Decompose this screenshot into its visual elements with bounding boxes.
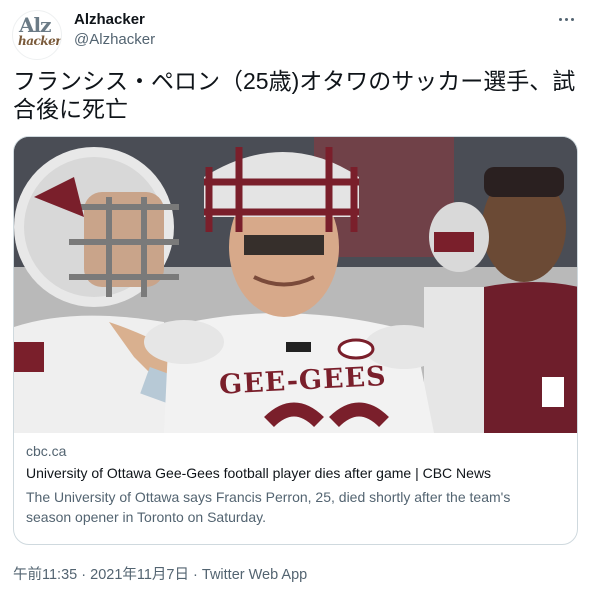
tweet-footer: 午前11:35 · 2021年11月7日 · Twitter Web App bbox=[13, 563, 307, 584]
display-name[interactable]: Alzhacker bbox=[74, 11, 155, 28]
tweet-time[interactable]: 午前11:35 bbox=[13, 567, 77, 583]
link-card-domain: cbc.ca bbox=[26, 443, 67, 459]
user-handle[interactable]: @Alzhacker bbox=[74, 31, 155, 48]
tweet-text: フランシス・ペロン（25歳)オタワのサッカー選手、試合後に死亡 bbox=[13, 68, 576, 122]
tweet-source[interactable]: Twitter Web App bbox=[202, 567, 307, 583]
footer-separator-2: · bbox=[193, 567, 198, 583]
link-card-image[interactable]: GEE-GEES bbox=[14, 137, 577, 433]
avatar-logo-bottom: hacker bbox=[18, 34, 62, 48]
link-card-description: The University of Ottawa says Francis Pe… bbox=[26, 489, 511, 525]
tweet-date[interactable]: 2021年11月7日 bbox=[90, 567, 189, 583]
more-horizontal-icon[interactable] bbox=[551, 8, 581, 30]
link-card-meta[interactable]: cbc.ca University of Ottawa Gee-Gees foo… bbox=[26, 443, 565, 527]
link-card-title[interactable]: University of Ottawa Gee-Gees football p… bbox=[26, 465, 565, 481]
tweet-header: Alz hacker Alzhacker @Alzhacker bbox=[12, 8, 581, 60]
avatar[interactable]: Alz hacker bbox=[12, 10, 62, 60]
footer-separator-1: · bbox=[81, 567, 87, 583]
user-info: Alzhacker @Alzhacker bbox=[74, 11, 155, 48]
link-card[interactable]: GEE-GEES cbc.ca University of Ottawa Gee… bbox=[13, 136, 578, 545]
